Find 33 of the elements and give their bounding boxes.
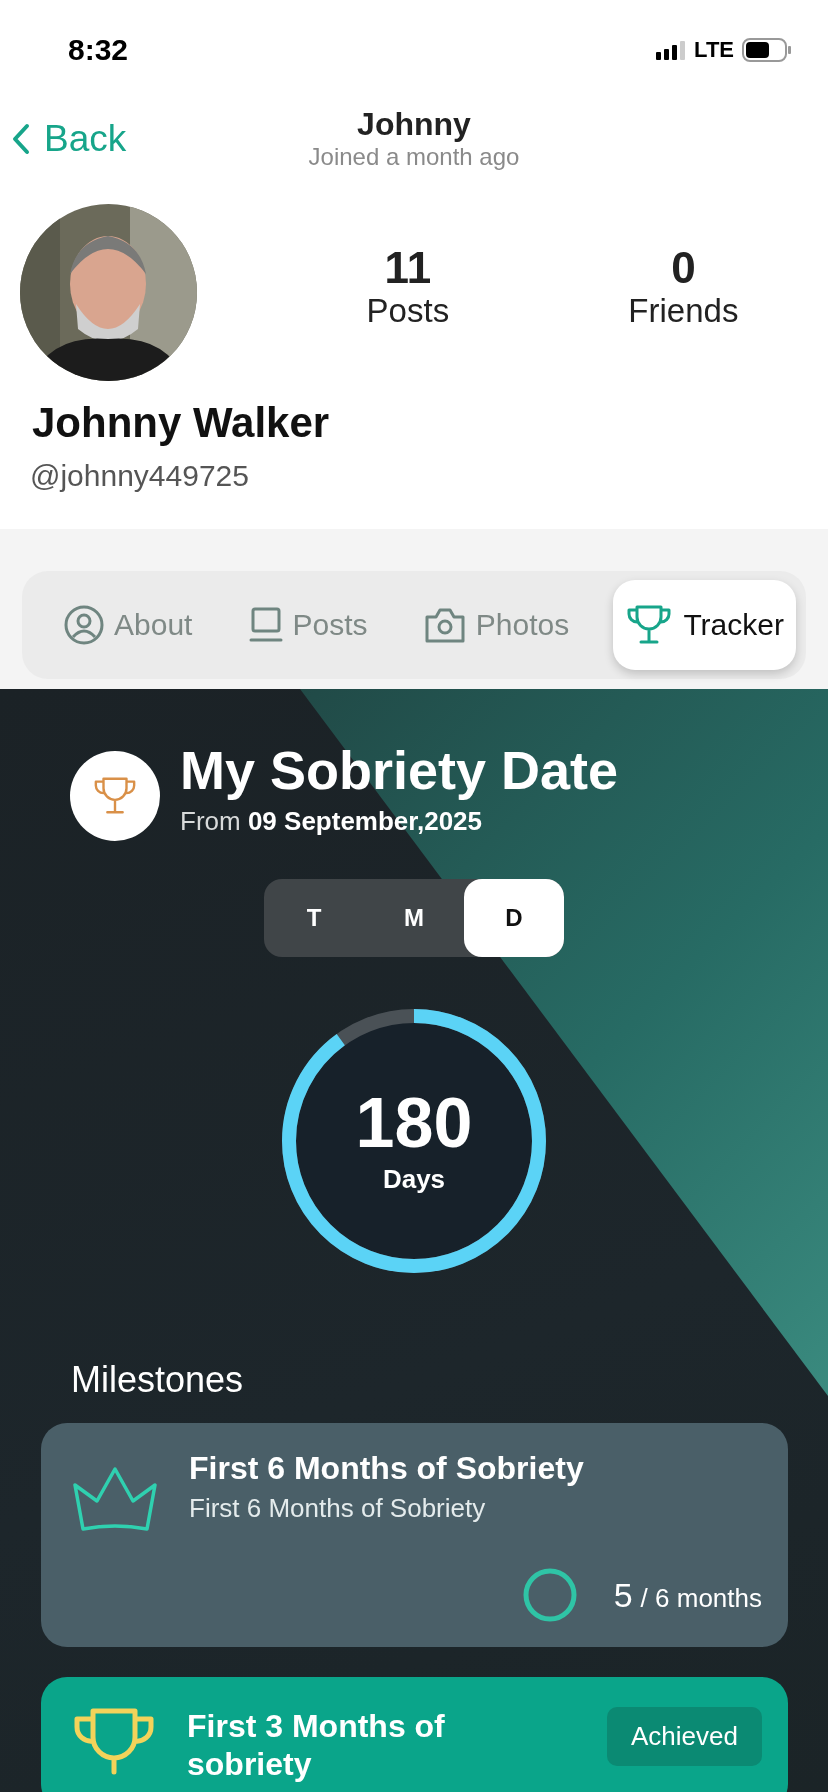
milestone-title: First 3 Months of sobriety	[187, 1707, 446, 1784]
user-icon	[64, 605, 104, 645]
achieved-badge: Achieved	[607, 1707, 762, 1766]
signal-icon	[656, 40, 687, 60]
progress-count: 5	[613, 1575, 633, 1614]
section-heading: Milestones	[71, 1359, 244, 1401]
progress-target: / 6 months	[640, 1582, 762, 1613]
unit-toggle[interactable]: M	[364, 879, 464, 957]
day-unit: Days	[382, 1163, 446, 1195]
camera-icon	[423, 606, 466, 644]
stat-count: 11	[384, 244, 432, 293]
chevron-left-icon	[12, 123, 30, 155]
milestone-subtitle: First 6 Months of Sobriety	[189, 1493, 487, 1525]
unit-toggle[interactable]: D	[464, 879, 564, 957]
battery-icon	[742, 38, 792, 62]
page-title: Johnny	[357, 106, 471, 143]
status-time: 8:32	[68, 33, 129, 67]
day-count: 180	[355, 1087, 473, 1158]
sobriety-date: From 09 September,2025	[180, 806, 484, 838]
stat-count: 0	[671, 244, 696, 293]
milestone-title: First 6 Months of Sobriety	[189, 1449, 585, 1488]
unit-toggle[interactable]: T	[264, 879, 364, 957]
tracker-title: My Sobriety Date	[180, 741, 619, 801]
joined-subtitle: Joined a month ago	[308, 143, 520, 171]
progress-ring-icon	[521, 1567, 578, 1623]
stat-label: Friends	[628, 292, 739, 331]
stat-label: Posts	[366, 292, 450, 331]
laptop-icon	[248, 607, 283, 643]
profile-name: Johnny Walker	[32, 399, 330, 447]
network-label: LTE	[694, 37, 734, 63]
profile-tab[interactable]: Tracker	[613, 580, 796, 670]
profile-handle: @johnny449725	[30, 459, 249, 493]
trophy-icon	[625, 604, 674, 646]
